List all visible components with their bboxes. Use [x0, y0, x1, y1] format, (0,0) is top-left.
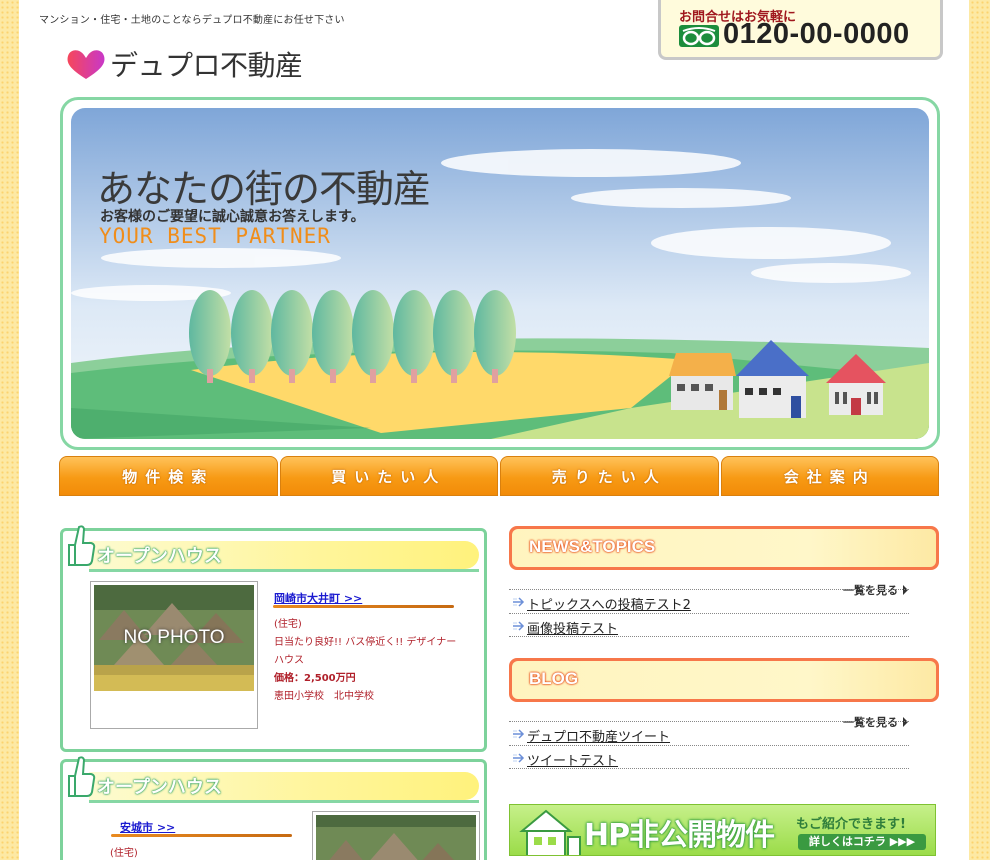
- house-icon: [519, 809, 581, 855]
- heart-logo-icon: [67, 50, 105, 79]
- list-item[interactable]: 画像投稿テスト: [509, 613, 909, 637]
- property-price: 価格：2,500万円: [274, 673, 356, 684]
- news-item-text[interactable]: トピックスへの投稿テスト2: [527, 594, 691, 613]
- banner-subtitle: もご紹介できます!: [796, 817, 906, 832]
- open-house-header: オープンハウス: [63, 525, 484, 577]
- site-logo[interactable]: デュプロ不動産: [64, 44, 303, 84]
- blog-header: BLOG: [509, 658, 939, 702]
- hero-english-tagline: YOUR BEST PARTNER: [99, 224, 331, 248]
- nav-sellers[interactable]: 売りたい人: [500, 456, 719, 496]
- no-photo-label: NO PHOTO: [123, 627, 225, 648]
- open-house-header-2: オープンハウス: [63, 756, 484, 808]
- hero-image: あなたの街の不動産 お客様のご要望に誠心誠意お答えします。 YOUR BEST …: [71, 108, 929, 439]
- news-list: トピックスへの投稿テスト2 画像投稿テスト: [509, 589, 909, 637]
- thumbs-up-icon: [68, 525, 96, 566]
- freedial-icon: [679, 25, 719, 47]
- banner-title: HP非公開物件: [584, 818, 775, 853]
- property-description: 日当たり良好!! バス停近く!! デザイナーハウス: [274, 637, 457, 666]
- arrow-right-icon: [513, 729, 525, 739]
- news-header: NEWS&TOPICS: [509, 526, 939, 570]
- hero-subtitle: お客様のご要望に誠心誠意お答えします。: [100, 209, 365, 225]
- property-photo-2[interactable]: [312, 811, 480, 860]
- village-photo: [316, 815, 476, 860]
- list-item[interactable]: ツイートテスト: [509, 745, 909, 769]
- nav-property-search[interactable]: 物件検索: [59, 456, 278, 496]
- property-schools: 恵田小学校 北中学校: [274, 691, 374, 702]
- property-link[interactable]: 岡崎市大井町 >>: [274, 590, 362, 606]
- private-listings-banner[interactable]: HP非公開物件 もご紹介できます! 詳しくはコチラ ▶▶▶: [509, 804, 936, 856]
- site-tagline: マンション・住宅・土地のことならデュプロ不動産にお任せ下さい: [39, 15, 345, 26]
- phone-number[interactable]: 0120-00-0000: [723, 18, 910, 51]
- logo-text: デュプロ不動産: [110, 49, 303, 82]
- open-house-title: オープンハウス: [97, 546, 222, 567]
- open-house-box-2: オープンハウス 安城市 >> (住宅): [60, 756, 487, 860]
- open-house-title-2: オープンハウス: [97, 777, 222, 798]
- hero-title: あなたの街の不動産: [97, 167, 431, 211]
- blog-heading: BLOG: [529, 669, 579, 688]
- banner-details-button[interactable]: 詳しくはコチラ ▶▶▶: [798, 834, 926, 850]
- blog-item-text[interactable]: デュプロ不動産ツイート: [527, 726, 670, 745]
- main-nav: 物件検索 買いたい人 売りたい人 会社案内: [59, 456, 939, 496]
- news-heading: NEWS&TOPICS: [529, 537, 656, 556]
- arrow-right-icon: [513, 753, 525, 763]
- property-photo[interactable]: NO PHOTO: [90, 581, 258, 729]
- open-house-box: オープンハウス NO PHOTO 岡崎市大井町 >> (住宅) 日当たり良好!!…: [60, 525, 487, 752]
- property-category: (住宅): [274, 619, 302, 630]
- list-item[interactable]: デュプロ不動産ツイート: [509, 721, 909, 745]
- page: マンション・住宅・土地のことならデュプロ不動産にお任せ下さい デュプロ不動産 お…: [19, 0, 969, 860]
- property-link-2[interactable]: 安城市 >>: [120, 819, 175, 835]
- arrow-right-icon: [513, 621, 525, 631]
- contact-box[interactable]: お問合せはお気軽に 0120-00-0000: [658, 0, 943, 60]
- arrow-right-icon: [513, 597, 525, 607]
- property-category-2: (住宅): [110, 848, 138, 859]
- nav-buyers[interactable]: 買いたい人: [279, 456, 498, 496]
- hero-banner: あなたの街の不動産 お客様のご要望に誠心誠意お答えします。 YOUR BEST …: [60, 97, 940, 450]
- list-item[interactable]: トピックスへの投稿テスト2: [509, 589, 909, 613]
- nav-company-info[interactable]: 会社案内: [720, 456, 939, 496]
- blog-item-text[interactable]: ツイートテスト: [527, 750, 618, 769]
- news-item-text[interactable]: 画像投稿テスト: [527, 618, 618, 637]
- thumbs-up-icon: [68, 756, 96, 797]
- blog-list: デュプロ不動産ツイート ツイートテスト: [509, 721, 909, 769]
